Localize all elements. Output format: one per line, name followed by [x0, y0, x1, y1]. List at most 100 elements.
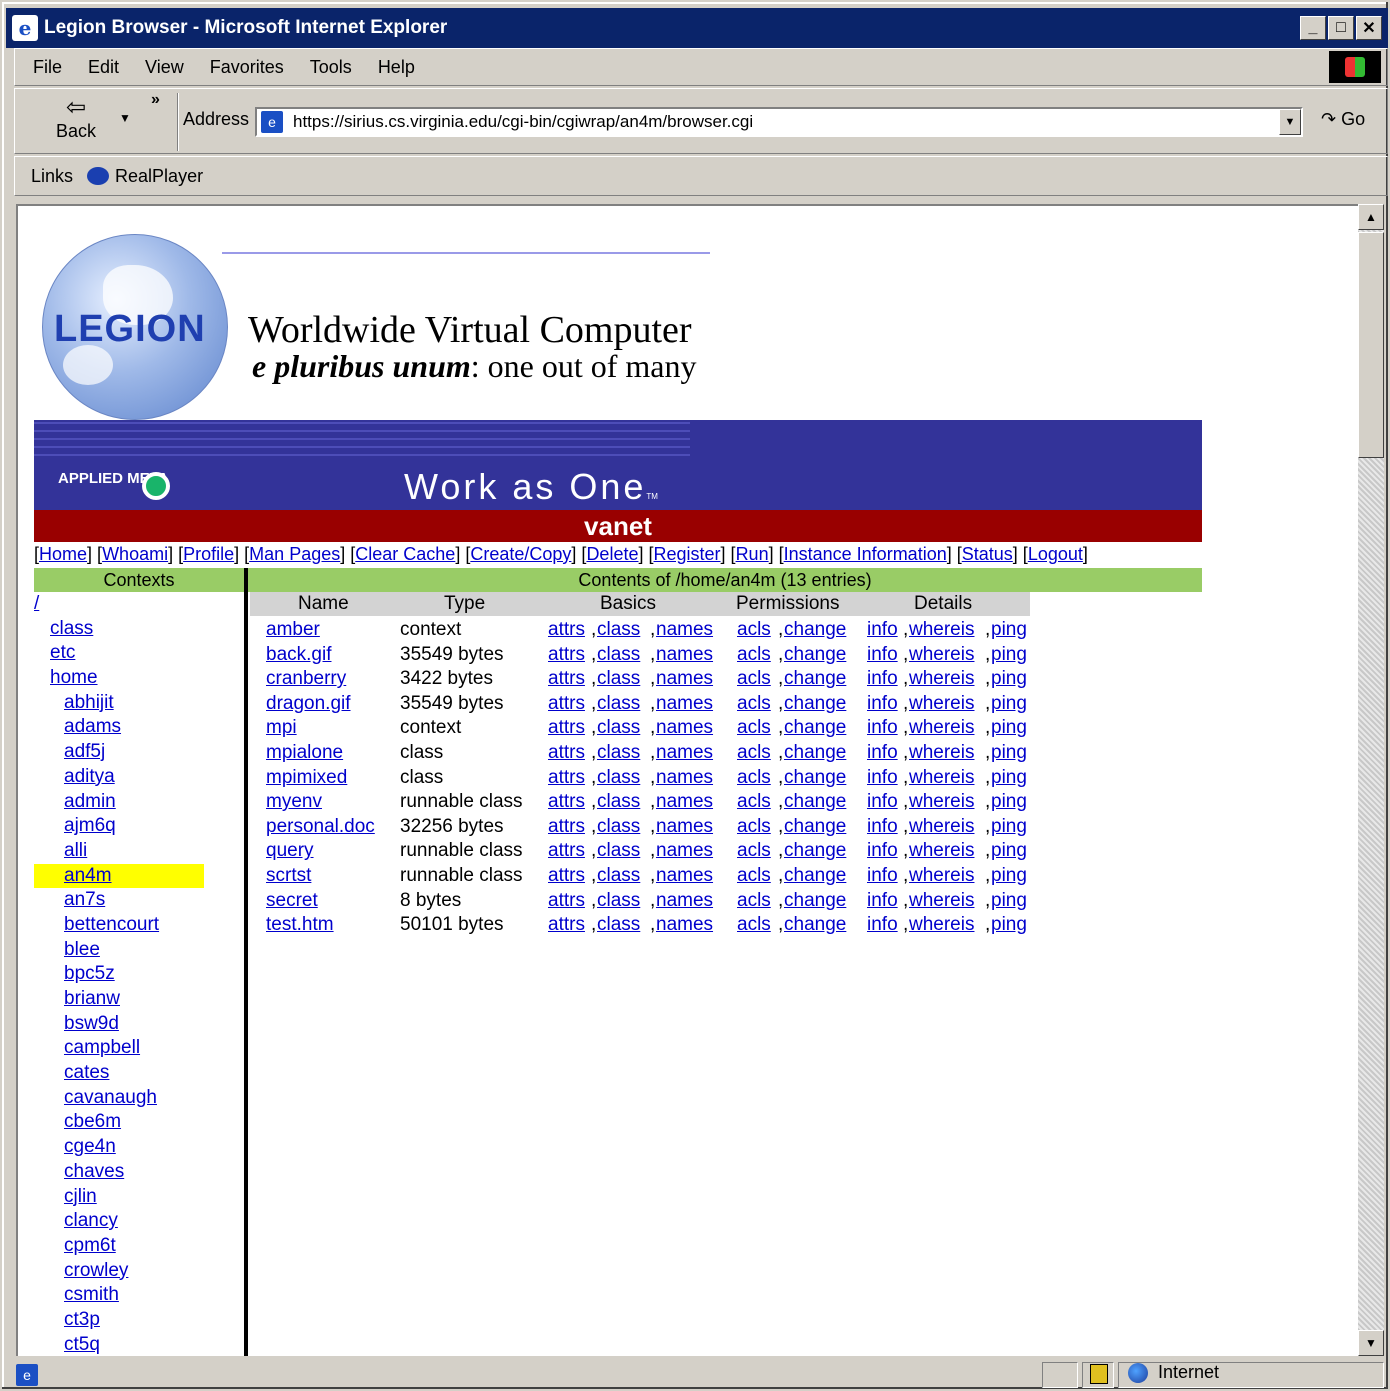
action-link-ping[interactable]: ping	[991, 716, 1027, 741]
action-link-names[interactable]: names	[656, 864, 713, 889]
menu-tools[interactable]: Tools	[310, 57, 352, 78]
context-link[interactable]: cge4n	[34, 1135, 234, 1160]
action-link-acls[interactable]: acls	[737, 790, 771, 815]
action-link-info[interactable]: info	[867, 839, 898, 864]
scroll-thumb[interactable]	[1358, 232, 1384, 458]
action-link-change[interactable]: change	[784, 790, 846, 815]
action-link-names[interactable]: names	[656, 618, 713, 643]
action-link-info[interactable]: info	[867, 741, 898, 766]
action-link-ping[interactable]: ping	[991, 889, 1027, 914]
action-link-change[interactable]: change	[784, 913, 846, 938]
entry-name-link[interactable]: mpi	[266, 716, 297, 741]
entry-name-link[interactable]: personal.doc	[266, 815, 375, 840]
go-button[interactable]: ↷ Go	[1321, 109, 1365, 130]
action-link-whereis[interactable]: whereis	[909, 716, 974, 741]
context-link[interactable]: campbell	[34, 1036, 234, 1061]
action-link-acls[interactable]: acls	[737, 815, 771, 840]
action-link-class[interactable]: class	[597, 839, 640, 864]
action-link-class[interactable]: class	[597, 643, 640, 668]
action-link-acls[interactable]: acls	[737, 889, 771, 914]
nav-link-man-pages[interactable]: Man Pages	[249, 544, 340, 564]
scroll-up-icon[interactable]: ▲	[1358, 204, 1384, 230]
context-link[interactable]: aditya	[34, 765, 234, 790]
action-link-ping[interactable]: ping	[991, 618, 1027, 643]
entry-name-link[interactable]: myenv	[266, 790, 322, 815]
action-link-acls[interactable]: acls	[737, 913, 771, 938]
action-link-ping[interactable]: ping	[991, 741, 1027, 766]
menu-view[interactable]: View	[145, 57, 184, 78]
nav-link-home[interactable]: Home	[39, 544, 87, 564]
address-dropdown-icon[interactable]: ▼	[1279, 109, 1301, 135]
action-link-info[interactable]: info	[867, 667, 898, 692]
action-link-names[interactable]: names	[656, 741, 713, 766]
action-link-change[interactable]: change	[784, 766, 846, 791]
entry-name-link[interactable]: test.htm	[266, 913, 334, 938]
action-link-names[interactable]: names	[656, 839, 713, 864]
action-link-acls[interactable]: acls	[737, 618, 771, 643]
nav-link-create-copy[interactable]: Create/Copy	[470, 544, 571, 564]
scroll-down-icon[interactable]: ▼	[1358, 1330, 1384, 1356]
action-link-info[interactable]: info	[867, 913, 898, 938]
realplayer-link[interactable]: RealPlayer	[87, 166, 203, 187]
action-link-ping[interactable]: ping	[991, 667, 1027, 692]
action-link-names[interactable]: names	[656, 643, 713, 668]
action-link-info[interactable]: info	[867, 766, 898, 791]
action-link-whereis[interactable]: whereis	[909, 864, 974, 889]
entry-name-link[interactable]: cranberry	[266, 667, 346, 692]
maximize-button[interactable]: □	[1328, 16, 1354, 40]
context-link[interactable]: csmith	[34, 1283, 234, 1308]
action-link-change[interactable]: change	[784, 643, 846, 668]
menu-help[interactable]: Help	[378, 57, 415, 78]
action-link-names[interactable]: names	[656, 913, 713, 938]
context-link[interactable]: cbe6m	[34, 1110, 234, 1135]
entry-name-link[interactable]: mpialone	[266, 741, 343, 766]
vertical-scrollbar[interactable]: ▲ ▼	[1358, 204, 1384, 1356]
action-link-info[interactable]: info	[867, 692, 898, 717]
action-link-ping[interactable]: ping	[991, 839, 1027, 864]
action-link-names[interactable]: names	[656, 716, 713, 741]
action-link-ping[interactable]: ping	[991, 815, 1027, 840]
menu-file[interactable]: File	[33, 57, 62, 78]
action-link-ping[interactable]: ping	[991, 864, 1027, 889]
back-button[interactable]: ⇦ Back	[51, 95, 101, 142]
nav-link-whoami[interactable]: Whoami	[102, 544, 168, 564]
nav-link-clear-cache[interactable]: Clear Cache	[355, 544, 455, 564]
nav-link-status[interactable]: Status	[962, 544, 1013, 564]
entry-name-link[interactable]: secret	[266, 889, 318, 914]
context-link[interactable]: bsw9d	[34, 1012, 234, 1037]
action-link-attrs[interactable]: attrs	[548, 643, 585, 668]
action-link-class[interactable]: class	[597, 618, 640, 643]
nav-link-run[interactable]: Run	[736, 544, 769, 564]
menu-favorites[interactable]: Favorites	[210, 57, 284, 78]
action-link-class[interactable]: class	[597, 913, 640, 938]
back-dropdown-icon[interactable]: ▼	[119, 111, 131, 125]
action-link-acls[interactable]: acls	[737, 667, 771, 692]
action-link-acls[interactable]: acls	[737, 741, 771, 766]
action-link-attrs[interactable]: attrs	[548, 815, 585, 840]
action-link-change[interactable]: change	[784, 839, 846, 864]
action-link-class[interactable]: class	[597, 815, 640, 840]
action-link-class[interactable]: class	[597, 766, 640, 791]
action-link-ping[interactable]: ping	[991, 766, 1027, 791]
action-link-attrs[interactable]: attrs	[548, 618, 585, 643]
action-link-ping[interactable]: ping	[991, 790, 1027, 815]
action-link-change[interactable]: change	[784, 716, 846, 741]
action-link-change[interactable]: change	[784, 815, 846, 840]
action-link-info[interactable]: info	[867, 716, 898, 741]
action-link-class[interactable]: class	[597, 889, 640, 914]
action-link-info[interactable]: info	[867, 864, 898, 889]
entry-name-link[interactable]: dragon.gif	[266, 692, 351, 717]
context-link[interactable]: an7s	[34, 888, 234, 913]
action-link-ping[interactable]: ping	[991, 692, 1027, 717]
action-link-acls[interactable]: acls	[737, 766, 771, 791]
context-link[interactable]: an4m	[34, 863, 204, 889]
action-link-change[interactable]: change	[784, 741, 846, 766]
context-link[interactable]: ajm6q	[34, 814, 234, 839]
action-link-acls[interactable]: acls	[737, 692, 771, 717]
action-link-whereis[interactable]: whereis	[909, 766, 974, 791]
action-link-attrs[interactable]: attrs	[548, 839, 585, 864]
context-link[interactable]: home	[34, 666, 234, 691]
action-link-names[interactable]: names	[656, 889, 713, 914]
action-link-class[interactable]: class	[597, 790, 640, 815]
context-link[interactable]: cjlin	[34, 1185, 234, 1210]
